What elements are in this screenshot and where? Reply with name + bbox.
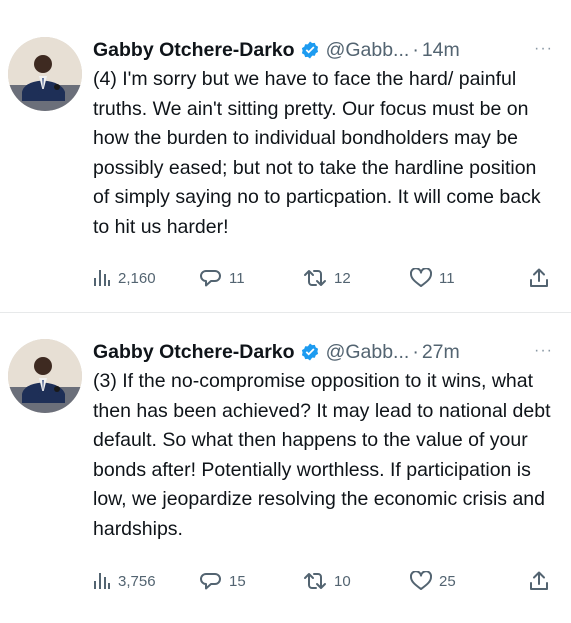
tweet-text: (3) If the no-compromise opposition to i… — [93, 370, 551, 540]
retweet-button[interactable]: 12 — [303, 268, 351, 288]
tweet[interactable]: Gabby Otchere-Darko @Gabb... · 27m ··· (… — [0, 312, 571, 623]
author-handle[interactable]: @Gabb... — [326, 341, 410, 364]
tweet-text: (4) I'm sorry but we have to face the ha… — [93, 68, 541, 238]
retweet-icon — [303, 571, 327, 591]
tweet-header: Gabby Otchere-Darko @Gabb... · 14m — [93, 36, 553, 64]
tweet-header: Gabby Otchere-Darko @Gabb... · 27m — [93, 338, 553, 366]
share-button[interactable] — [529, 571, 549, 591]
verified-badge-icon — [300, 40, 320, 60]
avatar[interactable] — [8, 339, 82, 413]
like-count: 25 — [439, 572, 456, 590]
more-icon[interactable]: ··· — [534, 40, 553, 58]
avatar[interactable] — [8, 37, 82, 111]
reply-icon — [200, 268, 222, 288]
separator-dot: · — [412, 340, 419, 363]
like-icon — [410, 571, 432, 591]
reply-icon — [200, 571, 222, 591]
views-icon — [93, 572, 111, 590]
tweet-time[interactable]: 27m — [422, 341, 460, 364]
reply-button[interactable]: 15 — [200, 571, 246, 591]
share-icon — [529, 571, 549, 591]
author-handle[interactable]: @Gabb... — [326, 39, 410, 62]
reply-count: 11 — [229, 269, 245, 287]
like-button[interactable]: 11 — [410, 268, 455, 288]
views-count: 2,160 — [118, 269, 156, 287]
verified-badge-icon — [300, 342, 320, 362]
share-icon — [529, 268, 549, 288]
like-icon — [410, 268, 432, 288]
retweet-count: 10 — [334, 572, 351, 590]
views-button[interactable]: 2,160 — [93, 269, 156, 287]
views-icon — [93, 269, 111, 287]
views-button[interactable]: 3,756 — [93, 572, 156, 590]
separator-dot: · — [412, 38, 419, 61]
retweet-button[interactable]: 10 — [303, 571, 351, 591]
like-count: 11 — [439, 269, 455, 287]
more-icon[interactable]: ··· — [534, 342, 553, 360]
share-button[interactable] — [529, 268, 549, 288]
author-name[interactable]: Gabby Otchere-Darko — [93, 341, 295, 364]
tweet[interactable]: Gabby Otchere-Darko @Gabb... · 14m ··· (… — [0, 0, 571, 312]
like-button[interactable]: 25 — [410, 571, 456, 591]
retweet-icon — [303, 268, 327, 288]
reply-count: 15 — [229, 572, 246, 590]
retweet-count: 12 — [334, 269, 351, 287]
tweet-time[interactable]: 14m — [422, 39, 460, 62]
author-name[interactable]: Gabby Otchere-Darko — [93, 39, 295, 62]
reply-button[interactable]: 11 — [200, 268, 245, 288]
views-count: 3,756 — [118, 572, 156, 590]
